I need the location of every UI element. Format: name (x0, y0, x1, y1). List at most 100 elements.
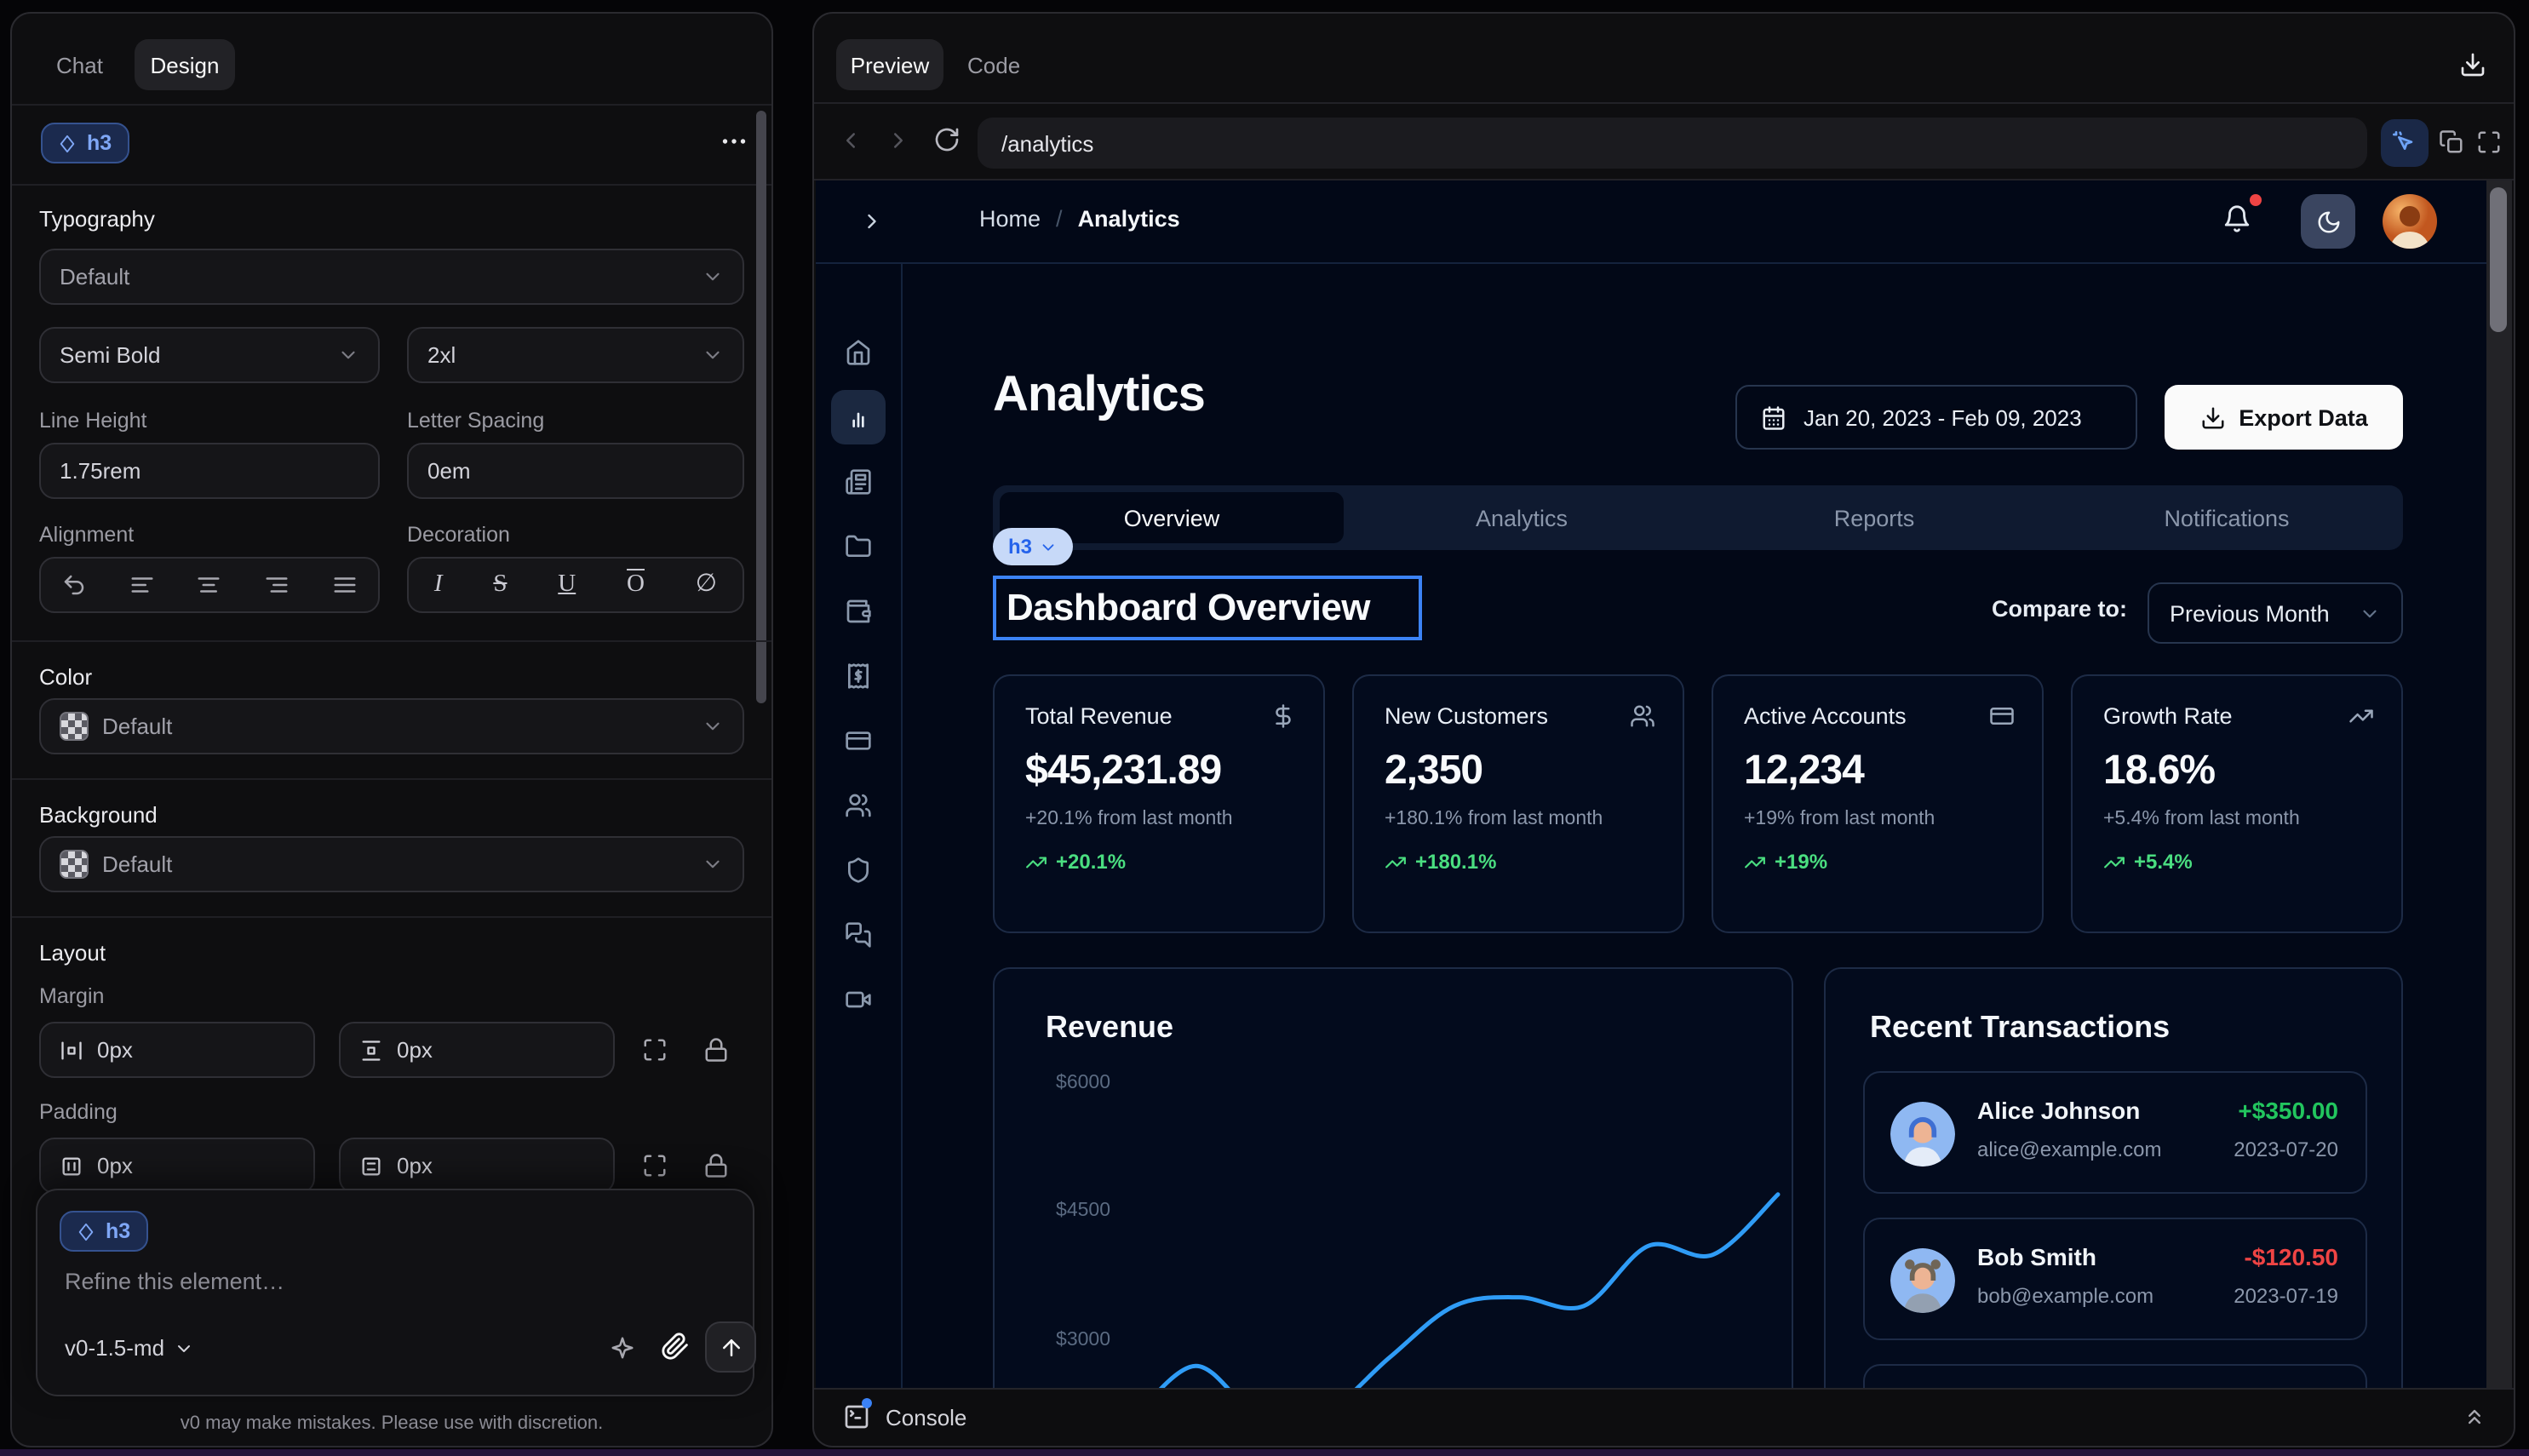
nav-users-icon[interactable] (831, 778, 886, 833)
compare-select[interactable]: Previous Month (2148, 582, 2403, 644)
console-badge-dot (862, 1398, 872, 1408)
download-icon (2199, 404, 2225, 430)
tab-analytics[interactable]: Analytics (1345, 485, 1698, 550)
underline-icon[interactable]: U (558, 570, 576, 599)
app-window: Chat Design h3 Typography Default Semi B… (0, 0, 2529, 1456)
tab-design[interactable]: Design (135, 39, 235, 90)
transaction-row[interactable]: Bob Smith bob@example.com -$120.50 2023-… (1863, 1218, 2367, 1340)
bell-icon[interactable] (2222, 204, 2251, 233)
italic-icon[interactable]: I (434, 570, 443, 599)
moon-icon (2315, 209, 2341, 234)
composer-element-badge[interactable]: h3 (60, 1211, 147, 1252)
composer-input[interactable]: Refine this element… (65, 1269, 284, 1294)
composer-box: h3 Refine this element… v0-1.5-md (36, 1189, 754, 1396)
background-select[interactable]: Default (39, 836, 744, 892)
recent-transactions-card: Recent Transactions Alice Johnson alice@… (1824, 967, 2403, 1400)
preview-scrollbar-track[interactable] (2486, 181, 2512, 1390)
design-sidebar-panel: Chat Design h3 Typography Default Semi B… (10, 12, 773, 1447)
send-button[interactable] (705, 1321, 756, 1373)
nav-shield-icon[interactable] (831, 843, 886, 897)
color-select[interactable]: Default (39, 698, 744, 754)
color-section-label: Color (39, 664, 92, 690)
panel-scrollbar[interactable] (756, 111, 766, 703)
margin-y-input[interactable]: 0px (339, 1022, 615, 1078)
refresh-icon[interactable] (933, 126, 961, 153)
padding-x-input[interactable]: 0px (39, 1138, 315, 1194)
sidebar-toggle-icon[interactable] (860, 209, 884, 233)
more-options-icon[interactable] (719, 126, 749, 157)
tab-preview[interactable]: Preview (836, 39, 943, 90)
model-selector[interactable]: v0-1.5-md (65, 1335, 193, 1361)
revenue-line-path (1131, 1195, 1778, 1400)
letter-spacing-input[interactable]: 0em (407, 443, 744, 499)
align-center-icon[interactable] (197, 572, 222, 598)
trending-up-icon (2103, 851, 2125, 873)
nav-folder-icon[interactable] (831, 519, 886, 574)
preview-scrollbar-thumb[interactable] (2490, 187, 2507, 332)
copy-icon[interactable] (2439, 129, 2464, 155)
tab-chat[interactable]: Chat (56, 39, 103, 90)
font-family-select[interactable]: Default (39, 249, 744, 305)
download-icon[interactable] (2459, 51, 2486, 78)
sparkles-icon[interactable] (610, 1335, 635, 1361)
tab-reports[interactable]: Reports (1698, 485, 2050, 550)
tab-notifications[interactable]: Notifications (2050, 485, 2403, 550)
margin-lock-icon[interactable] (703, 1037, 729, 1063)
margin-horizontal-icon (60, 1038, 83, 1062)
breadcrumb-home-link[interactable]: Home (979, 206, 1041, 232)
margin-expand-icon[interactable] (642, 1037, 668, 1063)
nav-receipt-icon[interactable] (831, 649, 886, 703)
font-weight-select[interactable]: Semi Bold (39, 327, 380, 383)
no-decoration-icon[interactable]: ∅ (696, 570, 717, 599)
nav-invoices-icon[interactable] (831, 455, 886, 509)
avatar[interactable] (2383, 194, 2437, 249)
padding-lock-icon[interactable] (703, 1153, 729, 1178)
transaction-amount: +$350.00 (2238, 1097, 2338, 1124)
tab-code[interactable]: Code (967, 39, 1020, 90)
undo-icon[interactable] (62, 572, 88, 598)
margin-x-input[interactable]: 0px (39, 1022, 315, 1078)
nav-home-icon[interactable] (831, 325, 886, 380)
forward-icon[interactable] (886, 128, 911, 153)
nav-wallet-icon[interactable] (831, 584, 886, 639)
transactions-title: Recent Transactions (1870, 1010, 2170, 1046)
padding-expand-icon[interactable] (642, 1153, 668, 1178)
transaction-amount: -$120.50 (2244, 1243, 2338, 1270)
nav-video-icon[interactable] (831, 972, 886, 1027)
overline-icon[interactable]: O (627, 570, 645, 599)
stat-card-new-customers: New Customers 2,350 +180.1% from last mo… (1352, 674, 1684, 933)
nav-credit-card-icon[interactable] (831, 714, 886, 768)
breadcrumb-current: Analytics (1078, 206, 1180, 232)
nav-messages-icon[interactable] (831, 908, 886, 962)
line-height-input[interactable]: 1.75rem (39, 443, 380, 499)
padding-y-input[interactable]: 0px (339, 1138, 615, 1194)
margin-label: Margin (39, 984, 104, 1008)
align-justify-icon[interactable] (331, 572, 357, 598)
selected-heading[interactable]: Dashboard Overview (993, 576, 1422, 640)
align-right-icon[interactable] (264, 572, 290, 598)
back-icon[interactable] (838, 128, 863, 153)
fullscreen-icon[interactable] (2476, 129, 2502, 155)
transaction-row[interactable]: Alice Johnson alice@example.com +$350.00… (1863, 1071, 2367, 1194)
console-bar[interactable]: Console (814, 1388, 2514, 1446)
strikethrough-icon[interactable]: S (493, 570, 507, 599)
chevron-down-icon (702, 344, 724, 366)
chevron-down-icon (1039, 537, 1058, 556)
export-data-button[interactable]: Export Data (2165, 385, 2403, 450)
align-left-icon[interactable] (129, 572, 155, 598)
chevrons-up-icon[interactable] (2463, 1405, 2486, 1429)
stat-card-total-revenue: Total Revenue $45,231.89 +20.1% from las… (993, 674, 1325, 933)
paperclip-icon[interactable] (661, 1332, 690, 1361)
url-input[interactable]: /analytics (978, 118, 2367, 169)
theme-toggle-button[interactable] (2301, 194, 2355, 249)
trending-up-icon (1385, 851, 1407, 873)
console-icon (843, 1403, 870, 1430)
selected-element-badge[interactable]: h3 (41, 123, 129, 163)
date-range-picker[interactable]: Jan 20, 2023 - Feb 09, 2023 (1735, 385, 2137, 450)
stat-card-growth-rate: Growth Rate 18.6% +5.4% from last month … (2071, 674, 2403, 933)
padding-label: Padding (39, 1100, 118, 1124)
pointer-select-icon[interactable] (2381, 119, 2429, 167)
nav-analytics-icon[interactable] (831, 390, 886, 444)
selection-tag[interactable]: h3 (993, 528, 1073, 565)
font-size-select[interactable]: 2xl (407, 327, 744, 383)
